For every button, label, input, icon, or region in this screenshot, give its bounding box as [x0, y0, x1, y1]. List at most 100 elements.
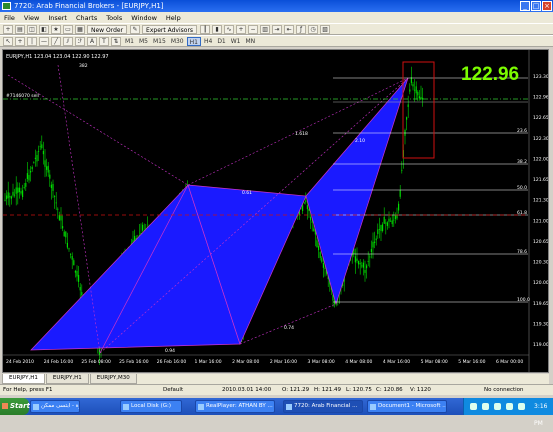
fib-level-label: 50.0 — [517, 185, 527, 191]
cursor-icon[interactable]: ↖ — [3, 36, 13, 46]
zoom-out-icon[interactable]: − — [248, 24, 259, 34]
vertical-line-icon[interactable]: | — [27, 36, 37, 46]
candle-body — [321, 257, 323, 262]
chart-window[interactable]: EURJPY,H1 123.04 123.04 122.90 122.97 #7… — [2, 49, 549, 373]
crosshair-icon[interactable]: + — [15, 36, 25, 46]
tf-d1[interactable]: D1 — [215, 37, 227, 46]
candle-body — [28, 175, 30, 181]
price-chart[interactable]: EURJPY,H1 123.04 123.04 122.90 122.97 #7… — [3, 50, 549, 373]
profiles-icon[interactable]: ▤ — [15, 24, 25, 34]
line-chart-icon[interactable]: ∿ — [224, 24, 235, 34]
tray-icon[interactable] — [470, 403, 477, 410]
tester-icon[interactable]: ▦ — [75, 24, 85, 34]
candle-body — [370, 249, 372, 252]
taskbar-item-active[interactable]: 7720: Arab Financial ... — [283, 400, 363, 413]
candle-body — [366, 265, 368, 269]
start-button[interactable]: Start — [0, 398, 30, 415]
price-axis-label: 119.30 — [533, 321, 549, 327]
menu-charts[interactable]: Charts — [76, 14, 97, 22]
candle-body — [39, 146, 41, 148]
data-window-icon[interactable]: ◧ — [39, 24, 49, 34]
taskbar-item[interactable]: RealPlayer: ATHAN BY ... — [195, 400, 275, 413]
tab-eurjpy-h1[interactable]: EURJPY,H1 — [2, 374, 45, 384]
candle-body — [42, 150, 44, 155]
tf-w1[interactable]: W1 — [229, 37, 243, 46]
taskbar-item[interactable]: كوزة - ابتسى ممكن... — [30, 400, 80, 413]
text-icon[interactable]: A — [87, 36, 97, 46]
tf-m5[interactable]: M5 — [137, 37, 150, 46]
channel-icon[interactable]: ⫽ — [63, 36, 73, 46]
fibonacci-labels: 23.6 38.2 50.0 61.8 78.6 100.0 — [517, 128, 530, 303]
candle-body — [362, 262, 364, 268]
menu-tools[interactable]: Tools — [106, 14, 122, 22]
tf-mn[interactable]: MN — [244, 37, 258, 46]
candle-body — [418, 96, 420, 99]
candle-body — [20, 191, 22, 194]
tile-windows-icon[interactable]: ▥ — [260, 24, 271, 34]
new-order-button[interactable]: New Order — [87, 24, 128, 34]
maximize-button[interactable]: □ — [531, 1, 541, 11]
horizontal-line-icon[interactable]: — — [39, 36, 49, 46]
candle-body — [70, 253, 72, 255]
axis-labels: 123.30 122.96 122.65 122.30 122.00 121.65 121.… — [533, 74, 549, 348]
tf-h1[interactable]: H1 — [186, 36, 201, 46]
candle-body — [50, 184, 52, 189]
trendline-icon[interactable]: ╱ — [51, 36, 61, 46]
label-icon[interactable]: T — [99, 36, 109, 46]
candle-body — [319, 252, 321, 258]
tf-h4[interactable]: H4 — [202, 37, 214, 46]
candle-body — [306, 205, 308, 210]
candle-body — [383, 216, 385, 224]
candle-body — [55, 202, 57, 204]
templates-icon[interactable]: ▧ — [320, 24, 331, 34]
candle-body — [62, 226, 64, 229]
menu-help[interactable]: Help — [166, 14, 181, 22]
period-icon[interactable]: ◷ — [308, 24, 319, 34]
expert-advisors-button[interactable]: Expert Advisors — [142, 24, 198, 34]
tab-eurjpy-m30[interactable]: EURJPY,M30 — [89, 374, 137, 384]
menu-window[interactable]: Window — [131, 14, 157, 22]
bar-chart-icon[interactable]: ┃ — [200, 24, 211, 34]
price-axis-label: 122.65 — [533, 115, 549, 121]
tray-icon[interactable] — [506, 403, 513, 410]
terminal-icon[interactable]: ▭ — [63, 24, 73, 34]
menu-file[interactable]: File — [4, 14, 15, 22]
tray-icon[interactable] — [482, 403, 489, 410]
zoom-in-icon[interactable]: + — [236, 24, 247, 34]
tf-m1[interactable]: M1 — [123, 37, 136, 46]
market-watch-icon[interactable]: ◫ — [27, 24, 37, 34]
price-axis-label: 120.00 — [533, 280, 549, 286]
candle-body — [378, 229, 380, 230]
candle-body — [79, 287, 81, 291]
taskbar-item[interactable]: Local Disk (G:) — [120, 400, 182, 413]
candle-body — [396, 215, 398, 219]
indicators-icon[interactable]: ƒ — [296, 24, 307, 34]
chart-shift-icon[interactable]: ⇤ — [284, 24, 295, 34]
autoscroll-icon[interactable]: ⇥ — [272, 24, 283, 34]
fib-level-label: 100.0 — [517, 297, 530, 303]
candle-body — [313, 228, 315, 232]
candle-chart-icon[interactable]: ▮ — [212, 24, 223, 34]
menu-view[interactable]: View — [24, 14, 39, 22]
price-axis-label: 122.00 — [533, 156, 549, 162]
tab-eurjpy-h1-2[interactable]: EURJPY,H1 — [45, 374, 89, 384]
time-axis-label: 6 Mar 00:00 — [496, 359, 523, 365]
menu-insert[interactable]: Insert — [48, 14, 67, 22]
candle-body — [41, 144, 43, 149]
tray-icon[interactable] — [494, 403, 501, 410]
fibonacci-icon[interactable]: ℱ — [75, 36, 85, 46]
candle-body — [33, 162, 35, 164]
navigator-icon[interactable]: ★ — [51, 24, 61, 34]
tf-m30[interactable]: M30 — [169, 37, 186, 46]
minimize-button[interactable]: _ — [520, 1, 530, 11]
arrows-icon[interactable]: ⇅ — [111, 36, 121, 46]
taskbar-item[interactable]: Document1 - Microsoft ... — [367, 400, 447, 413]
close-button[interactable]: × — [542, 1, 552, 11]
price-axis-label: 120.65 — [533, 239, 549, 245]
new-chart-icon[interactable]: + — [3, 24, 13, 34]
tray-icon[interactable] — [518, 403, 525, 410]
meta-editor-icon[interactable]: ✎ — [130, 24, 141, 34]
tf-m15[interactable]: M15 — [151, 37, 168, 46]
time-axis-label: 2 Mar 16:00 — [270, 359, 297, 365]
candle-body — [38, 150, 40, 152]
